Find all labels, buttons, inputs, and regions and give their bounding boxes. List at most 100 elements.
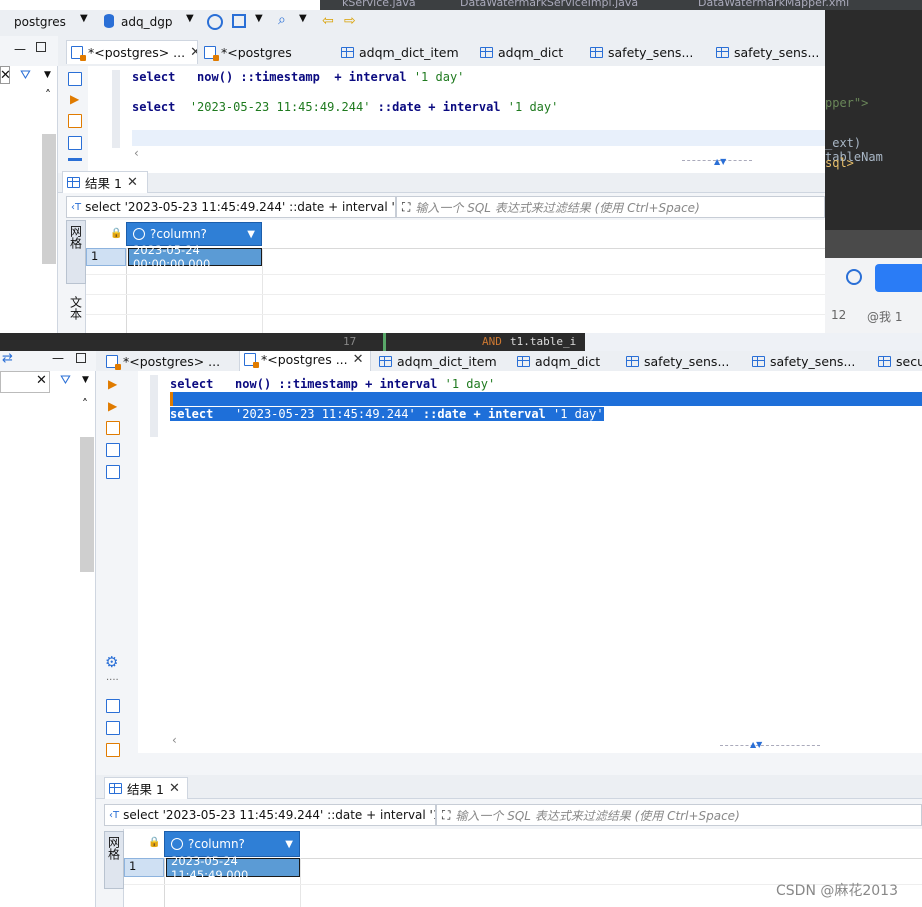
connection-select[interactable]: postgres (14, 15, 66, 29)
bg-panel: 12 @我 1 (825, 258, 922, 333)
sql-line-1: select now() ::timestamp + interval '1 d… (132, 70, 465, 84)
execute-icon[interactable]: ▶ (108, 377, 117, 391)
minimize-icon[interactable]: — (52, 351, 64, 365)
run-script-icon[interactable]: ▶ (70, 92, 79, 106)
back-arrow-icon[interactable]: ⇦ (322, 13, 334, 29)
table-icon (341, 46, 354, 58)
close-icon[interactable]: ✕ (353, 352, 364, 367)
tab-adqm-dict-item[interactable]: adqm_dict_item (341, 40, 471, 64)
bg-code-strip: 17 AND t1.table_i (0, 333, 922, 351)
tab-adqm-dict-item[interactable]: adqm_dict_item (379, 351, 505, 373)
bg-tab-1[interactable]: kService.java (342, 0, 416, 9)
filter-icon[interactable]: ⛛ (60, 373, 71, 388)
log-icon[interactable] (106, 443, 120, 457)
transaction-icon[interactable] (232, 14, 246, 28)
tab-postgres-editor-1[interactable]: *<postgres> ...✕ (66, 40, 198, 64)
export-icon[interactable] (106, 699, 120, 713)
filter-icon[interactable]: ⛛ (20, 68, 31, 83)
top-result-sidebar: 网格 文本 (66, 220, 86, 333)
bottom-results-header: 结果 1 ✕ (96, 775, 922, 799)
panel-toggle-icon[interactable]: ▲▼ (714, 157, 726, 166)
tab-postgres-editor-1[interactable]: *<postgres> ... (106, 351, 224, 373)
blue-button[interactable] (875, 264, 922, 292)
bottom-result-sidebar: 网格 (104, 829, 124, 907)
maximize-icon[interactable] (36, 42, 46, 52)
sort-icon[interactable]: ▼ (285, 839, 293, 850)
terminal-icon[interactable] (106, 465, 120, 479)
top-filter-sql[interactable]: ‹T select '2023-05-23 11:45:49.244' ::dat… (66, 196, 396, 218)
gear-icon[interactable]: ⚙ (105, 653, 118, 671)
bottom-sql-editor[interactable]: select now() ::timestamp + interval '1 d… (138, 371, 922, 753)
chevron-down-icon[interactable]: ▼ (299, 13, 307, 24)
database-icon (104, 14, 114, 28)
tab-safety-sens-2[interactable]: safety_sens... (752, 351, 870, 373)
scroll-up-icon[interactable]: ˄ (82, 397, 88, 411)
terminal-icon[interactable] (68, 158, 82, 161)
panel-toggle-icon[interactable]: ▲▼ (750, 740, 762, 749)
sync-icon[interactable]: ⇄ (2, 351, 13, 366)
tab-safety-sens-1[interactable]: safety_sens... (590, 40, 708, 64)
expand-icon[interactable]: ⛶ (402, 200, 410, 215)
run-script-icon[interactable]: ▶ (108, 399, 117, 413)
minimize-icon[interactable]: — (14, 42, 26, 56)
scroll-left-icon[interactable]: ‹ (172, 733, 177, 747)
scroll-left-icon[interactable]: ‹ (134, 146, 139, 160)
top-sql-editor[interactable]: select now() ::timestamp + interval '1 d… (88, 66, 825, 173)
grid-view-toggle[interactable]: 网格 (104, 831, 124, 889)
more-icon[interactable]: ···· (106, 675, 119, 686)
tab-secu[interactable]: secu (878, 351, 922, 373)
text-view-toggle[interactable]: 文本 (66, 296, 86, 332)
dashboard-icon[interactable] (207, 14, 223, 30)
grid-view-toggle[interactable]: 网格 (66, 220, 86, 284)
tab-safety-sens-2[interactable]: safety_sens... (716, 40, 825, 64)
clock-icon (133, 228, 145, 240)
top-filter-input[interactable]: ⛶ 输入一个 SQL 表达式来过滤结果 (使用 Ctrl+Space) (396, 196, 825, 218)
close-icon[interactable]: ✕ (127, 175, 138, 190)
close-icon[interactable]: ✕ (190, 45, 197, 60)
bg-gray-bar (825, 230, 922, 258)
bottom-filter-input[interactable]: ⛶ 输入一个 SQL 表达式来过滤结果 (使用 Ctrl+Space) (436, 804, 922, 826)
close-icon[interactable]: ✕ (0, 68, 11, 83)
tab-postgres-editor-2[interactable]: *<postgres ... ✕ (239, 351, 371, 371)
scroll-up-icon[interactable]: ˄ (45, 88, 51, 102)
tab-postgres-editor-2[interactable]: *<postgres (204, 40, 324, 64)
sql-line-2-selected: select '2023-05-23 11:45:49.244' ::date … (170, 407, 604, 421)
sort-icon[interactable]: ▼ (247, 229, 255, 240)
execute-icon[interactable] (68, 72, 82, 86)
tab-adqm-dict[interactable]: adqm_dict (517, 351, 617, 373)
chevron-down-icon[interactable]: ▼ (80, 13, 88, 24)
chevron-down-icon[interactable]: ▼ (186, 13, 194, 24)
table-icon (517, 355, 530, 367)
tab-adqm-dict[interactable]: adqm_dict (480, 40, 580, 64)
scrollbar[interactable] (80, 437, 94, 572)
explain-icon[interactable] (68, 114, 82, 128)
expand-icon[interactable]: ⛶ (442, 808, 450, 823)
explain-icon[interactable] (106, 421, 120, 435)
close-icon[interactable]: ✕ (169, 781, 180, 796)
tab-result-1[interactable]: 结果 1 ✕ (104, 777, 188, 799)
result-cell[interactable]: 2023-05-24 11:45:49.000 (166, 854, 300, 882)
forward-arrow-icon[interactable]: ⇨ (344, 13, 356, 29)
grid-icon (109, 783, 122, 794)
scrollbar[interactable] (42, 134, 56, 264)
close-icon[interactable]: ✕ (36, 373, 47, 388)
search-icon[interactable]: ⌕ (278, 12, 286, 28)
maximize-icon[interactable] (76, 353, 86, 363)
bg-tab-3[interactable]: DataWatermarkMapper.xml (698, 0, 849, 9)
log-icon[interactable] (68, 136, 82, 150)
tab-safety-sens-1[interactable]: safety_sens... (626, 351, 746, 373)
tab-result-1[interactable]: 结果 1 ✕ (62, 171, 148, 193)
bottom-filter-sql[interactable]: ‹T select '2023-05-23 11:45:49.244' ::dat… (104, 804, 436, 826)
history-icon[interactable] (846, 269, 862, 285)
bg-tab-2[interactable]: DataWatermarkServiceImpl.java (460, 0, 638, 9)
chevron-down-icon[interactable]: ▼ (255, 13, 263, 24)
database-select[interactable]: adq_dgp (121, 15, 172, 29)
chevron-down-icon[interactable]: ▼ (44, 70, 51, 80)
chevron-down-icon[interactable]: ▼ (82, 375, 89, 385)
result-cell[interactable]: 2023-05-24 00:00:00.000 (128, 243, 262, 271)
left-panel: — ✕ ⛛ ▼ ˄ (0, 36, 58, 333)
row-number[interactable]: 1 (124, 858, 164, 877)
row-number[interactable]: 1 (86, 248, 126, 266)
variables-icon[interactable] (106, 743, 120, 757)
import-icon[interactable] (106, 721, 120, 735)
